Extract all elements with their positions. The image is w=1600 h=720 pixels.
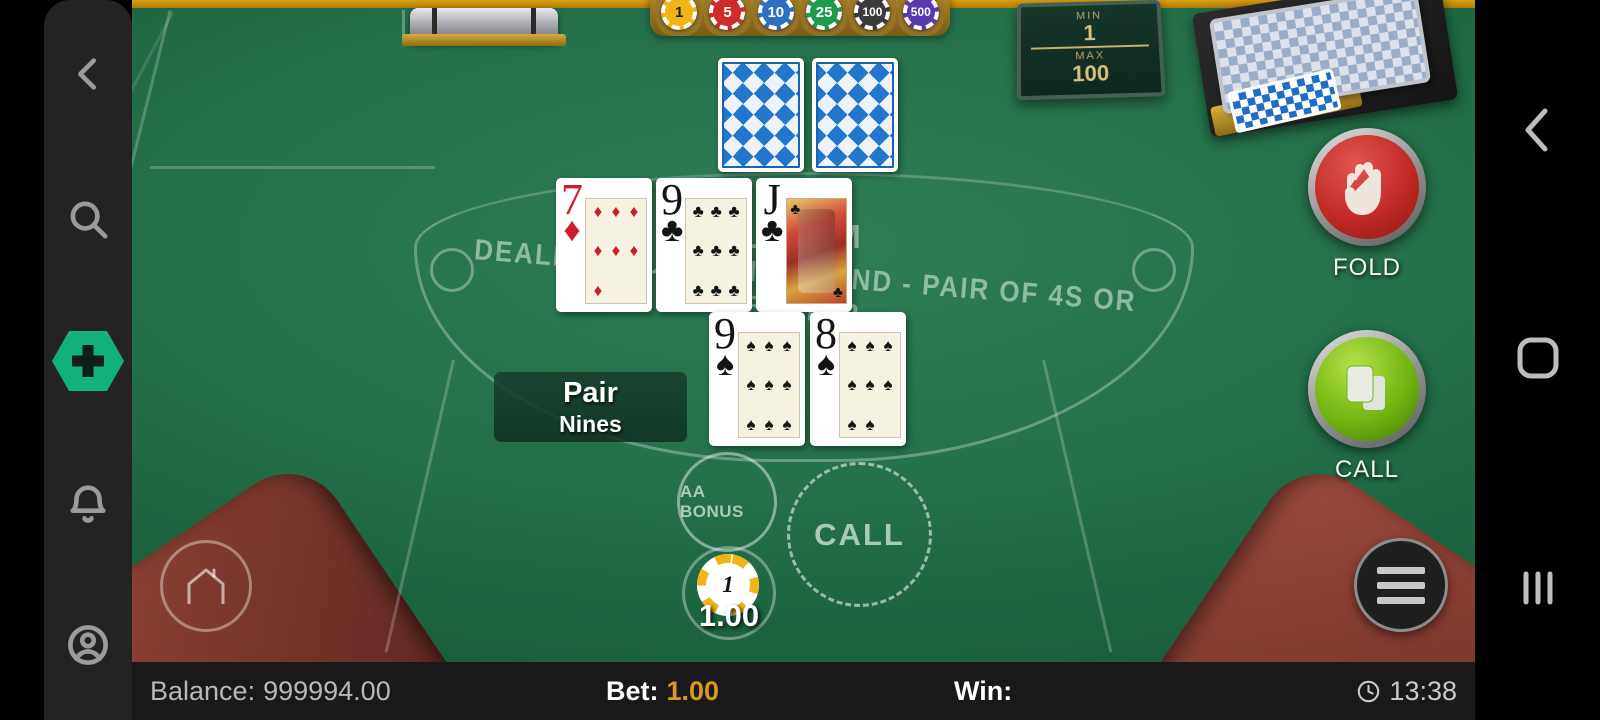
call-spot-label: CALL <box>814 516 905 552</box>
win-readout: Win: <box>954 676 1020 707</box>
nav-home-button[interactable] <box>1475 260 1600 456</box>
card-corner: 9 ♠ <box>714 309 736 383</box>
app-sidebar <box>44 0 132 720</box>
bet-value: 1.00 <box>666 675 720 706</box>
player-card-1: 9 ♠ ♠ ♠ ♠ ♠ ♠ ♠ ♠ ♠ ♠ <box>709 312 805 446</box>
player-card-2: 8 ♠ ♠ ♠ ♠ ♠ ♠ ♠ ♠ ♠ <box>810 312 906 446</box>
home-icon <box>187 568 225 604</box>
win-label: Win: <box>954 675 1013 706</box>
balance-label: Balance: <box>150 675 256 706</box>
sidebar-item-account[interactable] <box>44 574 132 716</box>
hand-result-name: Pair <box>563 376 618 409</box>
tray-chip-25: 25 <box>806 0 843 30</box>
nav-recents-button[interactable] <box>1475 456 1600 720</box>
status-bar: Balance: 999994.00 Bet: 1.00 Win: 13:38 <box>132 662 1475 720</box>
two-cards-icon <box>1346 365 1385 410</box>
tray-chip-5: 5 <box>709 0 746 30</box>
hand-result-detail: Nines <box>559 410 622 437</box>
balance-value: 999994.00 <box>263 675 391 706</box>
account-circle-icon <box>68 625 108 665</box>
hand-result-badge: Pair Nines <box>494 372 687 442</box>
screen: LD`EM DEALERS QUALIFYING HAND - PAIR OF … <box>0 0 1600 720</box>
table-limits-plaque: MIN 1 MAX 100 <box>1016 0 1166 101</box>
tray-chip-100: 100 <box>854 0 891 30</box>
card-corner: 8 ♠ <box>815 309 837 383</box>
ante-bet-amount: 1.00 <box>698 598 760 633</box>
card-corner: 7 ♦ <box>561 175 583 249</box>
felt-line <box>132 10 172 176</box>
card-pips: ♣ ♣ ♣ ♣ ♣ ♣ ♣ ♣ ♣ <box>685 198 747 304</box>
sidebar-item-back[interactable] <box>44 0 132 148</box>
menu-button[interactable] <box>1354 538 1448 632</box>
bell-icon <box>70 485 106 523</box>
dealer-card-facedown-2 <box>812 58 898 172</box>
hand-stop-icon <box>1345 162 1381 215</box>
fold-button[interactable]: FOLD <box>1308 128 1426 281</box>
tray-chip-500: 500 <box>902 0 939 30</box>
card-pips: ♠ ♠ ♠ ♠ ♠ ♠ ♠ ♠ <box>839 332 901 438</box>
card-shoe <box>1191 0 1459 138</box>
clock-icon <box>1358 680 1380 702</box>
nav-recents-icon <box>1523 571 1552 605</box>
tray-slot: 100 <box>849 0 896 36</box>
android-nav-bar <box>1475 0 1600 720</box>
tray-slot: 10 <box>752 0 799 36</box>
felt-line <box>384 359 455 653</box>
dealer-card-facedown-1 <box>718 58 804 172</box>
bet-spot-call[interactable]: CALL <box>787 462 932 607</box>
tray-slot: 1 <box>656 0 703 36</box>
button-face <box>1315 337 1419 441</box>
card-shooter-base <box>402 34 566 46</box>
tray-slot: 5 <box>704 0 751 36</box>
search-icon <box>70 201 108 239</box>
tray-slot: 500 <box>897 0 944 36</box>
nav-back-icon <box>1525 108 1547 152</box>
tray-chip-1: 1 <box>661 0 698 30</box>
call-button[interactable]: CALL <box>1308 330 1426 483</box>
nav-back-button[interactable] <box>1475 0 1600 260</box>
balance-readout: Balance: 999994.00 <box>150 676 391 707</box>
card-face-art: ♣ ♣ <box>786 198 847 304</box>
call-button-label: CALL <box>1334 456 1400 483</box>
min-value: 1 <box>1083 20 1097 46</box>
home-button[interactable] <box>160 540 252 632</box>
card-pips: ♠ ♠ ♠ ♠ ♠ ♠ ♠ ♠ ♠ <box>738 332 800 438</box>
tray-slot: 25 <box>800 0 848 36</box>
game-viewport: LD`EM DEALERS QUALIFYING HAND - PAIR OF … <box>132 0 1475 720</box>
max-value: 100 <box>1071 60 1110 87</box>
clock-time: 13:38 <box>1389 675 1457 706</box>
chevron-left-icon <box>78 58 97 90</box>
sidebar-item-notifications[interactable] <box>44 432 132 574</box>
bet-readout: Bet: 1.00 <box>606 676 719 707</box>
nav-home-icon <box>1517 337 1558 379</box>
sidebar-item-search[interactable] <box>44 148 132 290</box>
hamburger-menu-icon <box>1377 566 1425 574</box>
felt-line <box>132 11 175 199</box>
card-corner: J ♣ <box>761 175 784 249</box>
plus-hexagon-icon <box>51 329 125 393</box>
card-pips: ♦ ♦ ♦ ♦ ♦ ♦ ♦ <box>585 198 647 304</box>
button-face <box>1315 135 1419 239</box>
sidebar-item-add[interactable] <box>44 290 132 432</box>
hamburger-menu-icon <box>1377 581 1425 589</box>
fold-button-label: FOLD <box>1332 254 1401 281</box>
bet-label: Bet: <box>606 675 659 706</box>
hamburger-menu-icon <box>1377 596 1425 604</box>
aa-bonus-label: AA BONUS <box>680 482 744 521</box>
bet-spot-aa-bonus[interactable]: AA BONUS <box>677 452 777 552</box>
community-card-3: J ♣ ♣ ♣ <box>756 178 852 312</box>
community-card-1: 7 ♦ ♦ ♦ ♦ ♦ ♦ ♦ ♦ <box>556 178 652 312</box>
community-card-2: 9 ♣ ♣ ♣ ♣ ♣ ♣ ♣ ♣ ♣ ♣ <box>656 178 752 312</box>
dealer-chip-tray: 1 5 10 25 100 500 <box>650 0 950 36</box>
tray-chip-10: 10 <box>757 0 794 30</box>
clock-readout: 13:38 <box>1356 676 1457 707</box>
card-corner: 9 ♣ <box>661 175 684 249</box>
felt-line <box>150 166 435 169</box>
